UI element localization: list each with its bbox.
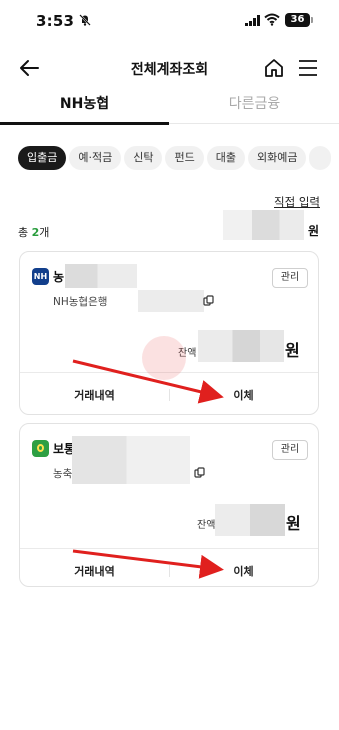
copy-icon[interactable]: [203, 295, 214, 306]
bank-tabs: NH농협 다른금융: [0, 88, 339, 125]
transfer-button[interactable]: 이체: [169, 387, 318, 403]
transfer-button[interactable]: 이체: [169, 563, 318, 579]
copy-icon[interactable]: [194, 467, 205, 478]
tab-nh[interactable]: NH농협: [0, 93, 169, 113]
total-won-unit: 원: [308, 224, 320, 238]
nav-bar: 전체계좌조회: [0, 50, 339, 86]
balance-redacted: [215, 504, 285, 536]
chip-fund[interactable]: 펀드: [165, 146, 204, 170]
status-bar: 3:53 36: [0, 0, 339, 44]
chip-trust[interactable]: 신탁: [124, 146, 163, 170]
page-title: 전체계좌조회: [130, 62, 209, 78]
manage-button[interactable]: 관리: [272, 440, 308, 460]
card-divider: [20, 548, 318, 549]
watermark-logo: [142, 336, 186, 380]
account-number-redacted: [138, 290, 204, 312]
account-bank-line: NH농협은행: [53, 296, 108, 308]
chip-savings[interactable]: 예·적금: [69, 146, 122, 170]
total-prefix: 총: [18, 226, 32, 239]
account-card: 보통 관리 농축 잔액 원 거래내역 이체: [19, 423, 319, 587]
balance-won-unit: 원: [285, 341, 300, 360]
status-time: 3:53: [36, 12, 75, 30]
account-card: NH 농 관리 NH농협은행 잔액 원 거래내역 이체: [19, 251, 319, 415]
bell-slash-icon: [79, 14, 91, 26]
wifi-icon: [264, 13, 280, 26]
transaction-history-button[interactable]: 거래내역: [20, 563, 169, 579]
balance-label: 잔액: [197, 520, 216, 531]
total-suffix: 개: [39, 226, 50, 239]
chip-deposit[interactable]: 입출금: [18, 146, 67, 170]
chip-more[interactable]: [309, 146, 331, 170]
cellular-signal-icon: [245, 15, 260, 26]
nh-savings-logo-icon: [32, 440, 49, 457]
balance-won-unit: 원: [286, 514, 301, 533]
chip-loan[interactable]: 대출: [206, 146, 245, 170]
nh-bank-logo-icon: NH: [32, 268, 49, 285]
account-name: 농: [53, 270, 65, 284]
direct-input-link[interactable]: 직접 입력: [274, 194, 320, 210]
tab-other-banks[interactable]: 다른금융: [170, 93, 339, 113]
tab-indicator: [0, 122, 169, 125]
total-amount-redacted: [223, 210, 304, 240]
account-bank-line: 농축: [53, 468, 73, 480]
chip-foreign-deposit[interactable]: 외화예금: [247, 146, 307, 170]
battery-indicator: 36: [285, 13, 313, 27]
hamburger-menu-icon[interactable]: [297, 57, 319, 79]
account-name-redacted: [65, 264, 137, 288]
account-name-redacted: [72, 436, 190, 484]
account-type-filter: 입출금 예·적금 신탁 펀드 대출 외화예금: [18, 146, 339, 170]
home-icon[interactable]: [262, 56, 286, 80]
account-total: 총 2개: [18, 224, 49, 240]
balance-redacted: [198, 330, 284, 362]
manage-button[interactable]: 관리: [272, 268, 308, 288]
transaction-history-button[interactable]: 거래내역: [20, 387, 169, 403]
